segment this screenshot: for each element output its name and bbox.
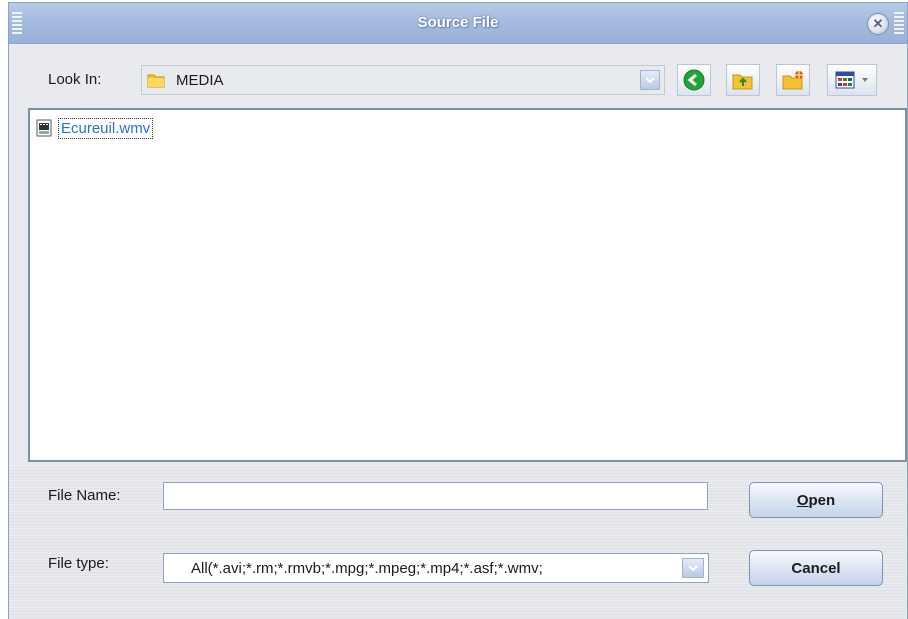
chevron-down-icon bbox=[645, 77, 655, 83]
file-name-input[interactable] bbox=[163, 482, 708, 510]
view-menu-button[interactable] bbox=[827, 64, 877, 96]
file-name-label[interactable]: Ecureuil.wmv bbox=[58, 117, 154, 139]
file-type-value: All(*.avi;*.rm;*.rmvb;*.mpg;*.mpeg;*.mp4… bbox=[191, 560, 543, 577]
dialog-title: Source File bbox=[417, 14, 499, 31]
new-folder-icon bbox=[782, 71, 803, 90]
close-icon: ✕ bbox=[872, 16, 884, 31]
cancel-button[interactable]: Cancel bbox=[749, 550, 883, 586]
folder-icon bbox=[147, 74, 165, 88]
list-item[interactable]: Ecureuil.wmv bbox=[34, 116, 154, 140]
look-in-dropdown-button[interactable] bbox=[640, 70, 660, 90]
back-arrow-icon bbox=[683, 69, 705, 91]
open-accelerator: O bbox=[796, 491, 809, 509]
look-in-label: Look In: bbox=[48, 71, 102, 88]
open-button[interactable]: Open bbox=[749, 482, 883, 518]
chevron-down-icon bbox=[688, 565, 698, 571]
back-button[interactable] bbox=[677, 64, 711, 96]
folder-up-icon bbox=[732, 74, 753, 90]
chevron-down-icon bbox=[862, 78, 868, 82]
close-button[interactable]: ✕ bbox=[867, 13, 889, 35]
file-type-label-text: File type: bbox=[48, 555, 109, 572]
view-grid-icon bbox=[835, 71, 855, 89]
source-file-dialog: Source File ✕ Look In: MEDIA Ecureuil.wm… bbox=[8, 2, 908, 619]
file-name-label-text: File Name: bbox=[48, 487, 121, 504]
look-in-dropdown[interactable]: MEDIA bbox=[141, 65, 665, 95]
look-in-value: MEDIA bbox=[176, 72, 224, 89]
open-label: pen bbox=[808, 491, 836, 509]
video-file-icon bbox=[36, 119, 52, 137]
file-type-dropdown-button[interactable] bbox=[682, 558, 704, 578]
title-grip-right bbox=[894, 12, 904, 34]
title-bar[interactable]: Source File ✕ bbox=[9, 3, 907, 44]
new-folder-button[interactable] bbox=[776, 64, 810, 96]
file-type-dropdown[interactable]: All(*.avi;*.rm;*.rmvb;*.mpg;*.mpeg;*.mp4… bbox=[163, 553, 709, 583]
up-folder-button[interactable] bbox=[726, 64, 760, 96]
file-list[interactable]: Ecureuil.wmv bbox=[28, 108, 907, 462]
